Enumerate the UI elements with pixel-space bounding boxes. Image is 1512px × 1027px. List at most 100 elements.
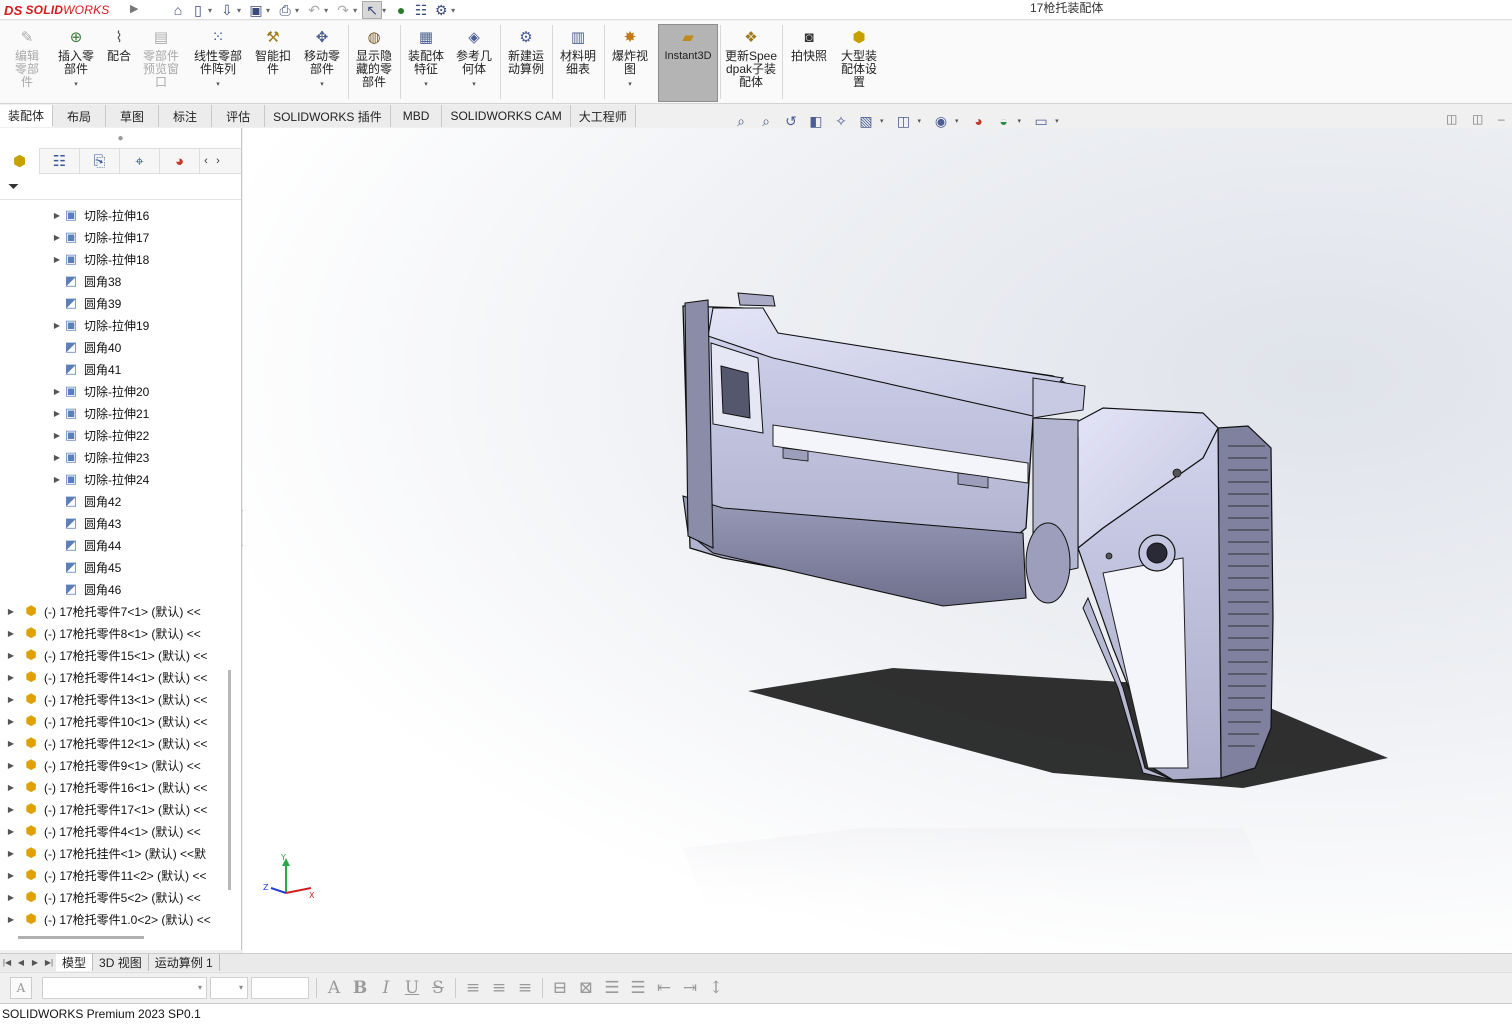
tree-component-row[interactable]: ▶ ⬢ (-) 17枪托零件1.0<2> (默认) << bbox=[0, 908, 232, 926]
font-size-dropdown-icon[interactable]: ▾ bbox=[239, 983, 243, 992]
increase-indent-button[interactable]: ⇥ bbox=[677, 977, 703, 999]
font-style-icon[interactable]: A bbox=[10, 976, 32, 999]
tree-feature-row[interactable]: ◩ 圆角38 bbox=[0, 270, 232, 292]
tree-feature-row[interactable]: ◩ 圆角44 bbox=[0, 534, 232, 556]
align-left-button[interactable]: ≡ bbox=[460, 977, 486, 999]
tree-feature-row[interactable]: ◩ 圆角40 bbox=[0, 336, 232, 358]
new-motion-study-button[interactable]: ⚙ 新建运动算例 bbox=[504, 27, 548, 76]
redo-dropdown-icon[interactable]: ▾ bbox=[353, 6, 357, 15]
expand-arrow-icon[interactable]: ▶ bbox=[6, 629, 16, 638]
tree-feature-row[interactable]: ▶ ▣ 切除-拉伸18 bbox=[0, 248, 232, 270]
expand-arrow-icon[interactable]: ▶ bbox=[6, 871, 16, 880]
tab-solidworks-cam[interactable]: SOLIDWORKS CAM bbox=[442, 105, 571, 127]
view-orientation-dropdown-icon[interactable]: ▾ bbox=[880, 117, 884, 125]
expand-arrow-icon[interactable]: ▶ bbox=[6, 915, 16, 924]
decrease-indent-button[interactable]: ⇤ bbox=[651, 977, 677, 999]
tabs-last-icon[interactable]: ▶| bbox=[42, 955, 56, 971]
solidworks-logo[interactable]: DS SOLID WORKS bbox=[4, 1, 109, 19]
display-style-dropdown-icon[interactable]: ▾ bbox=[918, 117, 922, 125]
tabs-next-icon[interactable]: ▶ bbox=[28, 955, 42, 971]
tree-feature-row[interactable]: ▶ ▣ 切除-拉伸21 bbox=[0, 402, 232, 424]
insert-components-button[interactable]: ⊕ 插入零部件 ▾ bbox=[54, 27, 98, 91]
open-icon[interactable]: ⇩ bbox=[217, 1, 237, 19]
tree-component-row[interactable]: ▶ ⬢ (-) 17枪托零件10<1> (默认) << bbox=[0, 710, 232, 732]
expand-arrow-icon[interactable]: ▶ bbox=[52, 211, 62, 220]
minimize-window-icon[interactable]: – bbox=[1498, 112, 1505, 126]
tabs-first-icon[interactable]: |◀ bbox=[0, 955, 14, 971]
insert-components-dropdown-icon[interactable]: ▾ bbox=[74, 78, 78, 91]
expand-arrow-icon[interactable]: ▶ bbox=[52, 475, 62, 484]
expand-arrow-icon[interactable]: ▶ bbox=[52, 255, 62, 264]
tree-feature-row[interactable]: ▶ ▣ 切除-拉伸20 bbox=[0, 380, 232, 402]
tree-component-row[interactable]: ▶ ⬢ (-) 17枪托零件17<1> (默认) << bbox=[0, 798, 232, 820]
tab-mbd[interactable]: MBD bbox=[390, 105, 443, 127]
tabs-prev-icon[interactable]: ◀ bbox=[14, 955, 28, 971]
numbering-button[interactable]: ☰ bbox=[625, 977, 651, 999]
expand-arrow-icon[interactable]: ▶ bbox=[52, 233, 62, 242]
panel-grip-icon[interactable]: ● bbox=[0, 128, 241, 148]
smart-fasteners-button[interactable]: ⚒ 智能扣件 bbox=[252, 27, 294, 76]
expand-arrow-icon[interactable]: ▶ bbox=[52, 431, 62, 440]
tree-component-row[interactable]: ▶ ⬢ (-) 17枪托挂件<1> (默认) <<默 bbox=[0, 842, 232, 864]
options-dropdown-icon[interactable]: ▾ bbox=[451, 6, 455, 15]
tree-feature-row[interactable]: ▶ ▣ 切除-拉伸17 bbox=[0, 226, 232, 248]
tile-window-icon[interactable]: ◫ bbox=[1472, 112, 1483, 126]
expand-arrow-icon[interactable]: ▶ bbox=[6, 673, 16, 682]
expand-arrow-icon[interactable]: ▶ bbox=[6, 607, 16, 616]
delete-table-button[interactable]: ⊠ bbox=[573, 977, 599, 999]
new-document-icon[interactable]: ▯ bbox=[188, 1, 208, 19]
expand-arrow-icon[interactable]: ▶ bbox=[6, 783, 16, 792]
dimxpert-tab-icon[interactable]: ⌖ bbox=[120, 148, 160, 174]
bill-of-materials-button[interactable]: ▥ 材料明细表 bbox=[556, 27, 600, 76]
bold-button[interactable]: B bbox=[347, 977, 373, 999]
linear-pattern-button[interactable]: ⁙ 线性零部件阵列 ▾ bbox=[190, 27, 246, 91]
tree-component-row[interactable]: ▶ ⬢ (-) 17枪托零件12<1> (默认) << bbox=[0, 732, 232, 754]
underline-button[interactable]: U bbox=[399, 977, 425, 999]
undo-dropdown-icon[interactable]: ▾ bbox=[324, 6, 328, 15]
property-manager-tab-icon[interactable]: ☷ bbox=[40, 148, 80, 174]
tab-model[interactable]: 模型 bbox=[56, 954, 94, 971]
tree-component-row[interactable]: ▶ ⬢ (-) 17枪托零件15<1> (默认) << bbox=[0, 644, 232, 666]
tab-motion-study[interactable]: 运动算例 1 bbox=[149, 954, 220, 971]
feature-manager-tab-icon[interactable]: ⬢ bbox=[0, 148, 40, 174]
tree-feature-row[interactable]: ◩ 圆角41 bbox=[0, 358, 232, 380]
tree-feature-row[interactable]: ▶ ▣ 切除-拉伸24 bbox=[0, 468, 232, 490]
reference-geometry-dropdown-icon[interactable]: ▾ bbox=[472, 78, 476, 91]
tree-component-row[interactable]: ▶ ⬢ (-) 17枪托零件14<1> (默认) << bbox=[0, 666, 232, 688]
strikethrough-button[interactable]: S bbox=[425, 977, 451, 999]
italic-button[interactable]: I bbox=[373, 977, 399, 999]
mate-button[interactable]: ⌇ 配合 bbox=[104, 27, 134, 63]
tab-evaluate[interactable]: 评估 bbox=[212, 105, 266, 127]
tab-markup[interactable]: 标注 bbox=[159, 105, 213, 127]
tree-feature-row[interactable]: ◩ 圆角42 bbox=[0, 490, 232, 512]
expand-arrow-icon[interactable]: ▶ bbox=[6, 893, 16, 902]
edit-component-button[interactable]: ✎ 编辑零部件 bbox=[6, 27, 48, 89]
tree-feature-row[interactable]: ◩ 圆角39 bbox=[0, 292, 232, 314]
save-dropdown-icon[interactable]: ▾ bbox=[266, 6, 270, 15]
tree-component-row[interactable]: ▶ ⬢ (-) 17枪托零件16<1> (默认) << bbox=[0, 776, 232, 798]
font-size-select[interactable]: ▾ bbox=[210, 976, 248, 999]
assembly-features-dropdown-icon[interactable]: ▾ bbox=[424, 78, 428, 91]
tree-component-row[interactable]: ▶ ⬢ (-) 17枪托零件7<1> (默认) << bbox=[0, 600, 232, 622]
exploded-view-button[interactable]: ✸ 爆炸视图 ▾ bbox=[608, 27, 652, 91]
tree-feature-row[interactable]: ▶ ▣ 切除-拉伸16 bbox=[0, 204, 232, 226]
open-dropdown-icon[interactable]: ▾ bbox=[237, 6, 241, 15]
display-manager-tab-icon[interactable]: ◕ bbox=[160, 148, 200, 174]
tree-feature-row[interactable]: ◩ 圆角45 bbox=[0, 556, 232, 578]
tree-feature-row[interactable]: ▶ ▣ 切除-拉伸22 bbox=[0, 424, 232, 446]
redo-icon[interactable]: ↷ bbox=[333, 1, 353, 19]
tree-filter[interactable]: ⏷ bbox=[0, 174, 241, 200]
configuration-manager-tab-icon[interactable]: ⎘ bbox=[80, 148, 120, 174]
options-gear-icon[interactable]: ⚙ bbox=[431, 1, 451, 19]
expand-arrow-icon[interactable]: ▶ bbox=[6, 739, 16, 748]
tab-engineer[interactable]: 大工程师 bbox=[570, 105, 636, 127]
new-document-dropdown-icon[interactable]: ▾ bbox=[208, 6, 212, 15]
instant3d-button[interactable]: ▰ Instant3D bbox=[660, 27, 716, 63]
update-speedpak-button[interactable]: ❖ 更新Speedpak子装配体 bbox=[724, 27, 778, 89]
save-icon[interactable]: ▣ bbox=[246, 1, 266, 19]
tree-horizontal-scrollbar[interactable] bbox=[18, 936, 144, 939]
tree-component-row[interactable]: ▶ ⬢ (-) 17枪托零件11<2> (默认) << bbox=[0, 864, 232, 886]
insert-table-button[interactable]: ⊟ bbox=[547, 977, 573, 999]
expand-arrow-icon[interactable]: ▶ bbox=[52, 453, 62, 462]
exploded-view-dropdown-icon[interactable]: ▾ bbox=[628, 78, 632, 91]
